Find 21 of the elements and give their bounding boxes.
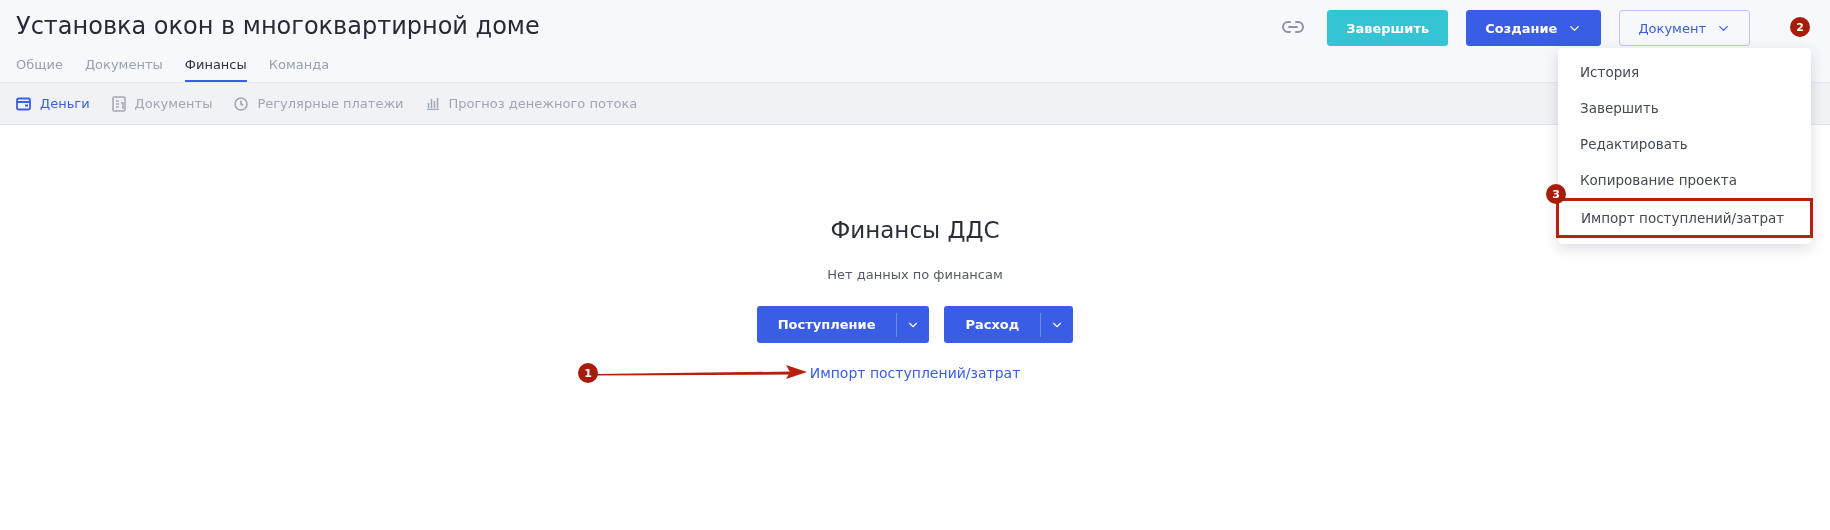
page-title: Установка окон в многоквартирной доме [16, 11, 540, 42]
clock-icon [234, 96, 249, 111]
bar-chart-icon [425, 97, 440, 110]
create-button[interactable]: Создание [1466, 10, 1602, 46]
dropdown-toggle[interactable] [1041, 306, 1074, 343]
add-button[interactable]: Расход [944, 306, 1041, 343]
document-button[interactable]: Документ [1619, 10, 1750, 46]
menu-item[interactable]: Завершить [1558, 90, 1811, 126]
dropdown-toggle[interactable] [897, 306, 930, 343]
annotation-badge: 3 [1546, 184, 1566, 204]
menu-item[interactable]: Импорт поступлений/затрат [1556, 198, 1813, 238]
menu-item[interactable]: История [1558, 54, 1811, 90]
sub-tab[interactable]: Деньги [16, 96, 90, 111]
menu-item[interactable]: Редактировать [1558, 126, 1811, 162]
wallet-icon [16, 96, 31, 111]
add-button[interactable]: Поступление [756, 306, 897, 343]
annotation-badge: 1 [578, 363, 598, 383]
document-icon [111, 95, 126, 112]
section-title: Финансы ДДС [830, 217, 1000, 243]
import-link[interactable]: Импорт поступлений/затрат [809, 365, 1021, 381]
empty-message: Нет данных по финансам [827, 267, 1003, 282]
